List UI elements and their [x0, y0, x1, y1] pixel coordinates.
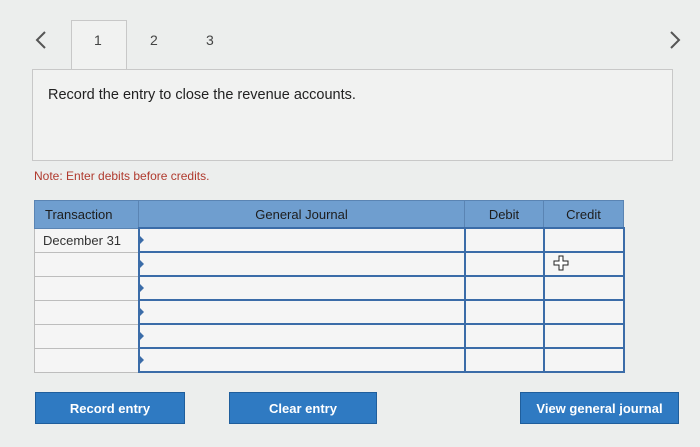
- credit-input[interactable]: [542, 227, 625, 253]
- hand-cursor-icon: [553, 255, 569, 274]
- view-general-journal-button[interactable]: View general journal: [520, 392, 679, 424]
- table-row: [34, 275, 625, 301]
- transaction-cell[interactable]: [34, 251, 139, 277]
- record-entry-button[interactable]: Record entry: [35, 392, 185, 424]
- debit-input[interactable]: [463, 323, 545, 349]
- transaction-cell[interactable]: [34, 347, 139, 373]
- debit-input[interactable]: [463, 275, 545, 301]
- table-row: [34, 299, 625, 325]
- header-credit: Credit: [543, 200, 624, 229]
- transaction-cell[interactable]: [34, 275, 139, 301]
- transaction-cell[interactable]: [34, 299, 139, 325]
- account-input[interactable]: [137, 275, 466, 301]
- table-row: [34, 347, 625, 373]
- debit-input[interactable]: [463, 251, 545, 277]
- table-row: December 31: [34, 227, 625, 253]
- journal-entry-table: Transaction General Journal Debit Credit…: [34, 200, 625, 373]
- tab-1[interactable]: 1: [94, 32, 102, 48]
- table-header-row: Transaction General Journal Debit Credit: [34, 200, 624, 229]
- clear-entry-button[interactable]: Clear entry: [229, 392, 377, 424]
- next-arrow-icon[interactable]: [668, 30, 682, 50]
- debit-input[interactable]: [463, 347, 545, 373]
- tab-2[interactable]: 2: [150, 32, 158, 48]
- account-input[interactable]: [137, 251, 466, 277]
- header-transaction: Transaction: [34, 200, 139, 229]
- dropdown-marker-icon: [139, 356, 144, 364]
- note-text: Note: Enter debits before credits.: [34, 169, 210, 183]
- dropdown-marker-icon: [139, 260, 144, 268]
- dropdown-marker-icon: [139, 308, 144, 316]
- dropdown-marker-icon: [139, 284, 144, 292]
- account-input[interactable]: [137, 227, 466, 253]
- header-debit: Debit: [464, 200, 544, 229]
- transaction-cell[interactable]: [34, 323, 139, 349]
- debit-input[interactable]: [463, 227, 545, 253]
- credit-input[interactable]: [542, 299, 625, 325]
- account-input[interactable]: [137, 323, 466, 349]
- credit-input[interactable]: [542, 347, 625, 373]
- dropdown-marker-icon: [139, 236, 144, 244]
- tab-3[interactable]: 3: [206, 32, 214, 48]
- instruction-panel: Record the entry to close the revenue ac…: [32, 69, 673, 161]
- transaction-cell[interactable]: December 31: [34, 227, 139, 253]
- table-row: [34, 323, 625, 349]
- credit-input[interactable]: [542, 323, 625, 349]
- debit-input[interactable]: [463, 299, 545, 325]
- instruction-text: Record the entry to close the revenue ac…: [48, 87, 356, 103]
- account-input[interactable]: [137, 299, 466, 325]
- table-row: [34, 251, 625, 277]
- previous-arrow-icon[interactable]: [34, 30, 48, 50]
- credit-input[interactable]: [542, 275, 625, 301]
- credit-input[interactable]: [542, 251, 625, 277]
- account-input[interactable]: [137, 347, 466, 373]
- dropdown-marker-icon: [139, 332, 144, 340]
- header-general-journal: General Journal: [138, 200, 465, 229]
